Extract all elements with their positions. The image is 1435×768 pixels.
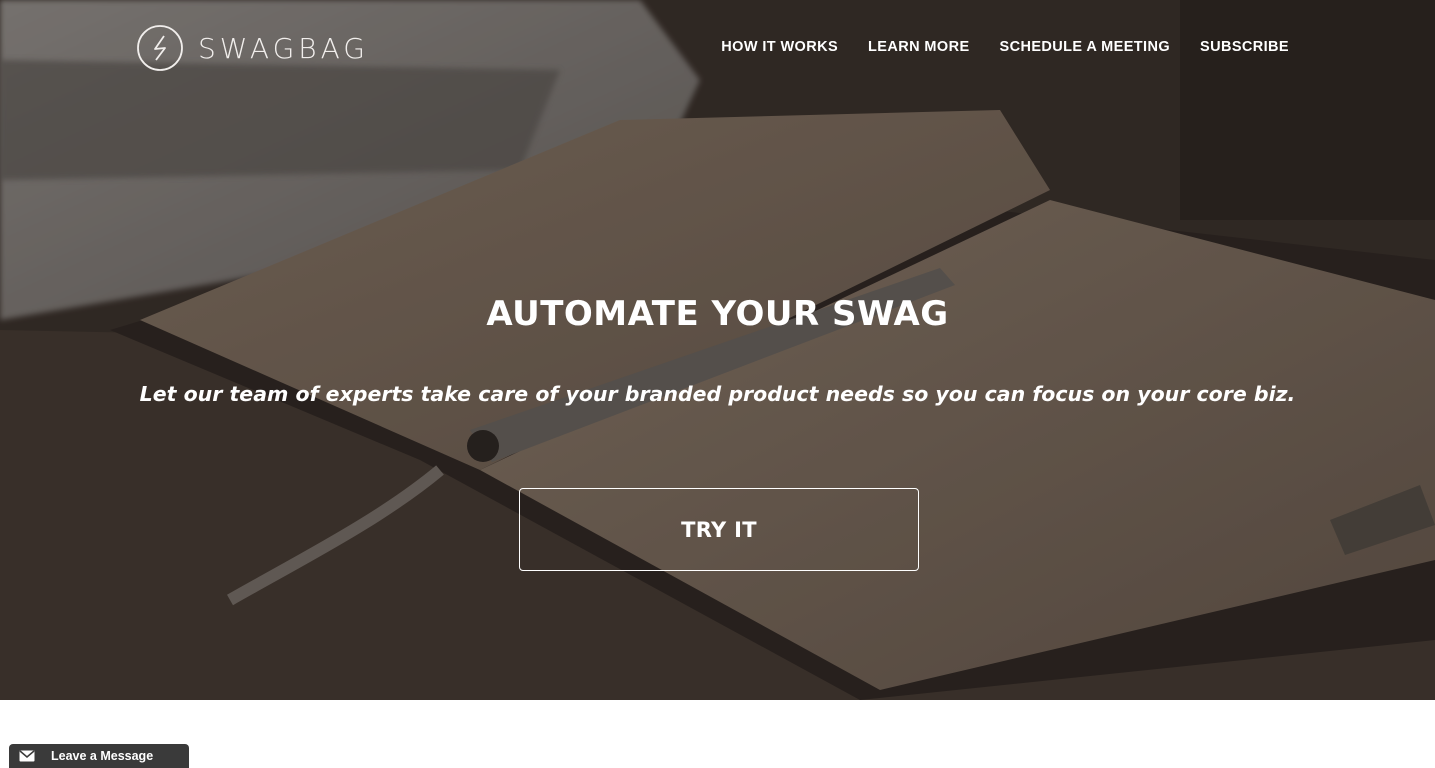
leave-message-tab[interactable]: Leave a Message — [9, 744, 189, 768]
hero-section: SWAGBAG HOW IT WORKS LEARN MORE SCHEDULE… — [0, 0, 1435, 700]
leave-message-label: Leave a Message — [51, 749, 154, 763]
try-it-button[interactable]: TRY IT — [519, 488, 919, 571]
hero-overlay — [0, 0, 1435, 700]
mail-icon — [19, 750, 35, 762]
brand-name: SWAGBAG — [198, 31, 369, 65]
hero-title: AUTOMATE YOUR SWAG — [486, 294, 949, 334]
nav-subscribe[interactable]: SUBSCRIBE — [1200, 39, 1289, 55]
lightning-bolt-circle-icon — [137, 25, 183, 71]
brand-logo[interactable]: SWAGBAG — [136, 24, 369, 72]
nav-learn-more[interactable]: LEARN MORE — [868, 39, 969, 55]
nav-schedule-meeting[interactable]: SCHEDULE A MEETING — [1000, 39, 1170, 55]
nav-how-it-works[interactable]: HOW IT WORKS — [721, 39, 838, 55]
main-nav: HOW IT WORKS LEARN MORE SCHEDULE A MEETI… — [721, 39, 1289, 55]
hero-subtitle: Let our team of experts take care of you… — [139, 382, 1296, 406]
